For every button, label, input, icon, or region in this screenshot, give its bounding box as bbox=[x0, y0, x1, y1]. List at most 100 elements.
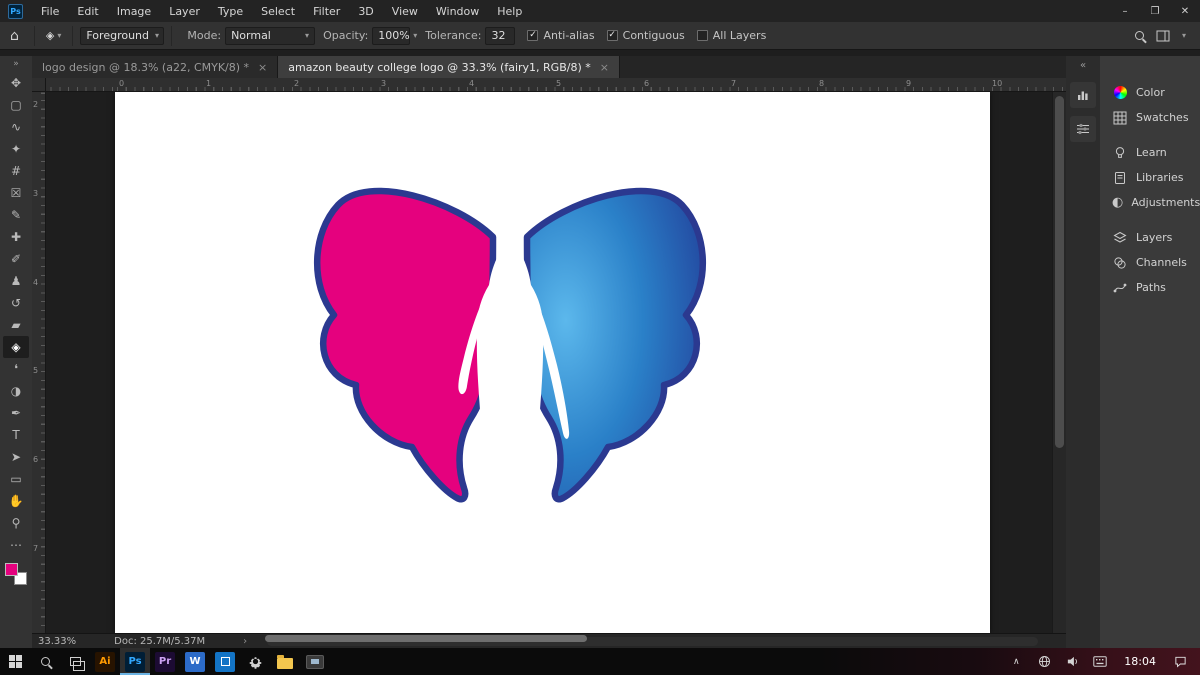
menu-select[interactable]: Select bbox=[252, 0, 304, 22]
clock[interactable]: 18:04 bbox=[1116, 655, 1164, 668]
menu-layer[interactable]: Layer bbox=[160, 0, 209, 22]
rectangle-tool-icon: ▭ bbox=[10, 472, 22, 486]
vertical-scrollbar-thumb[interactable] bbox=[1055, 96, 1064, 448]
quick-selection-tool[interactable]: ✦ bbox=[3, 138, 29, 160]
ruler-number: 7 bbox=[731, 79, 737, 88]
close-icon[interactable]: ✕ bbox=[1170, 0, 1200, 22]
paint-bucket-tool-icon: ◈ bbox=[11, 340, 21, 354]
close-tab-icon[interactable]: × bbox=[600, 61, 609, 74]
eyedropper-tool[interactable]: ✎ bbox=[3, 204, 29, 226]
history-brush-tool[interactable]: ↺ bbox=[3, 292, 29, 314]
panel-item-libraries[interactable]: Libraries bbox=[1100, 165, 1200, 190]
volume-icon[interactable] bbox=[1060, 648, 1084, 675]
taskbar-premiere[interactable]: Pr bbox=[150, 648, 180, 675]
menu-filter[interactable]: Filter bbox=[304, 0, 349, 22]
taskbar-settings[interactable] bbox=[240, 648, 270, 675]
clone-stamp-tool[interactable]: ♟ bbox=[3, 270, 29, 292]
action-center-icon[interactable] bbox=[1168, 648, 1192, 675]
collapse-panels-icon[interactable]: « bbox=[1080, 56, 1086, 74]
home-icon[interactable]: ⌂ bbox=[10, 28, 19, 44]
taskbar-app-blue[interactable] bbox=[210, 648, 240, 675]
tool-preset-picker[interactable]: ◈ ▾ bbox=[42, 29, 65, 42]
brush-tool[interactable]: ✐ bbox=[3, 248, 29, 270]
hand-tool[interactable]: ✋ bbox=[3, 490, 29, 512]
mode-dropdown[interactable]: Normal ▾ bbox=[225, 26, 316, 45]
blur-tool[interactable]: ❛ bbox=[3, 358, 29, 380]
lasso-tool[interactable]: ∿ bbox=[3, 116, 29, 138]
panel-item-layers[interactable]: Layers bbox=[1100, 225, 1200, 250]
rectangle-tool[interactable]: ▭ bbox=[3, 468, 29, 490]
document-canvas[interactable] bbox=[115, 92, 990, 633]
minimize-icon[interactable]: – bbox=[1110, 0, 1140, 22]
properties-panel-icon[interactable] bbox=[1070, 116, 1096, 142]
menu-view[interactable]: View bbox=[383, 0, 427, 22]
chevron-down-icon[interactable]: ▾ bbox=[413, 31, 417, 40]
menu-3d[interactable]: 3D bbox=[349, 0, 382, 22]
taskbar-illustrator[interactable]: Ai bbox=[90, 648, 120, 675]
taskbar-search-button[interactable] bbox=[30, 648, 60, 675]
window-controls: – ❐ ✕ bbox=[1110, 0, 1200, 22]
tolerance-field[interactable]: 32 bbox=[485, 26, 516, 45]
zoom-tool[interactable]: ⚲ bbox=[3, 512, 29, 534]
dodge-tool[interactable]: ◑ bbox=[3, 380, 29, 402]
fill-source-dropdown[interactable]: Foreground ▾ bbox=[80, 26, 165, 45]
move-tool[interactable]: ✥ bbox=[3, 72, 29, 94]
type-tool[interactable]: T bbox=[3, 424, 29, 446]
workspace-switcher-icon[interactable] bbox=[1156, 30, 1170, 42]
taskbar-photoshop[interactable]: Ps bbox=[120, 648, 150, 675]
taskbar-word[interactable]: W bbox=[180, 648, 210, 675]
crop-tool[interactable]: # bbox=[3, 160, 29, 182]
taskbar-file-explorer[interactable] bbox=[270, 648, 300, 675]
task-view-button[interactable] bbox=[60, 648, 90, 675]
panel-item-color[interactable]: Color bbox=[1100, 80, 1200, 105]
all-layers-checkbox[interactable]: All Layers bbox=[696, 29, 766, 42]
close-tab-icon[interactable]: × bbox=[258, 61, 267, 74]
taskbar-app-generic[interactable] bbox=[300, 648, 330, 675]
pen-tool[interactable]: ✒ bbox=[3, 402, 29, 424]
panel-item-paths[interactable]: Paths bbox=[1100, 275, 1200, 300]
tab-logo-design[interactable]: logo design @ 18.3% (a22, CMYK/8) * × bbox=[32, 56, 279, 78]
menu-type[interactable]: Type bbox=[209, 0, 252, 22]
restore-icon[interactable]: ❐ bbox=[1140, 0, 1170, 22]
network-icon[interactable] bbox=[1032, 648, 1056, 675]
tab-amazon-beauty-college-logo[interactable]: amazon beauty college logo @ 33.3% (fair… bbox=[278, 56, 620, 78]
vertical-scrollbar[interactable] bbox=[1052, 92, 1066, 633]
histogram-panel-icon[interactable] bbox=[1070, 82, 1096, 108]
panel-item-adjustments[interactable]: ◐ Adjustments bbox=[1100, 190, 1200, 215]
edit-toolbar-button[interactable]: ⋯ bbox=[3, 534, 29, 556]
start-button[interactable] bbox=[0, 648, 30, 675]
foreground-color-swatch[interactable] bbox=[5, 563, 18, 576]
chevron-down-icon[interactable]: ▾ bbox=[1182, 31, 1186, 40]
panel-item-channels[interactable]: Channels bbox=[1100, 250, 1200, 275]
anti-alias-checkbox[interactable]: ✓ Anti-alias bbox=[527, 29, 595, 42]
ruler-number: 2 bbox=[33, 100, 39, 109]
paint-bucket-tool[interactable]: ◈ bbox=[3, 336, 29, 358]
menu-edit[interactable]: Edit bbox=[68, 0, 107, 22]
menu-image[interactable]: Image bbox=[108, 0, 160, 22]
eraser-tool[interactable]: ▰ bbox=[3, 314, 29, 336]
tray-chevron-icon[interactable]: ∧ bbox=[1004, 648, 1028, 675]
zoom-level[interactable]: 33.33% bbox=[38, 636, 76, 647]
panel-item-swatches[interactable]: Swatches bbox=[1100, 105, 1200, 130]
menu-help[interactable]: Help bbox=[488, 0, 531, 22]
ruler-number: 2 bbox=[294, 79, 300, 88]
divider bbox=[33, 25, 35, 46]
contiguous-checkbox[interactable]: ✓ Contiguous bbox=[606, 29, 685, 42]
expand-toolbar-icon[interactable]: » bbox=[13, 56, 19, 72]
status-chevron-icon[interactable]: › bbox=[243, 636, 247, 647]
opacity-field[interactable]: 100% bbox=[372, 26, 411, 45]
panel-item-learn[interactable]: Learn bbox=[1100, 140, 1200, 165]
ruler-number: 4 bbox=[469, 79, 475, 88]
path-selection-tool[interactable]: ➤ bbox=[3, 446, 29, 468]
left-wing bbox=[314, 187, 497, 503]
frame-tool[interactable]: ☒ bbox=[3, 182, 29, 204]
checkbox-unchecked-icon bbox=[696, 30, 708, 41]
search-icon[interactable] bbox=[1134, 31, 1144, 40]
menu-file[interactable]: File bbox=[32, 0, 68, 22]
menu-window[interactable]: Window bbox=[427, 0, 488, 22]
healing-brush-tool[interactable]: ✚ bbox=[3, 226, 29, 248]
channels-icon bbox=[1112, 255, 1128, 271]
marquee-tool[interactable]: ▢ bbox=[3, 94, 29, 116]
horizontal-scrollbar-thumb[interactable] bbox=[265, 635, 587, 642]
touch-keyboard-icon[interactable] bbox=[1088, 648, 1112, 675]
